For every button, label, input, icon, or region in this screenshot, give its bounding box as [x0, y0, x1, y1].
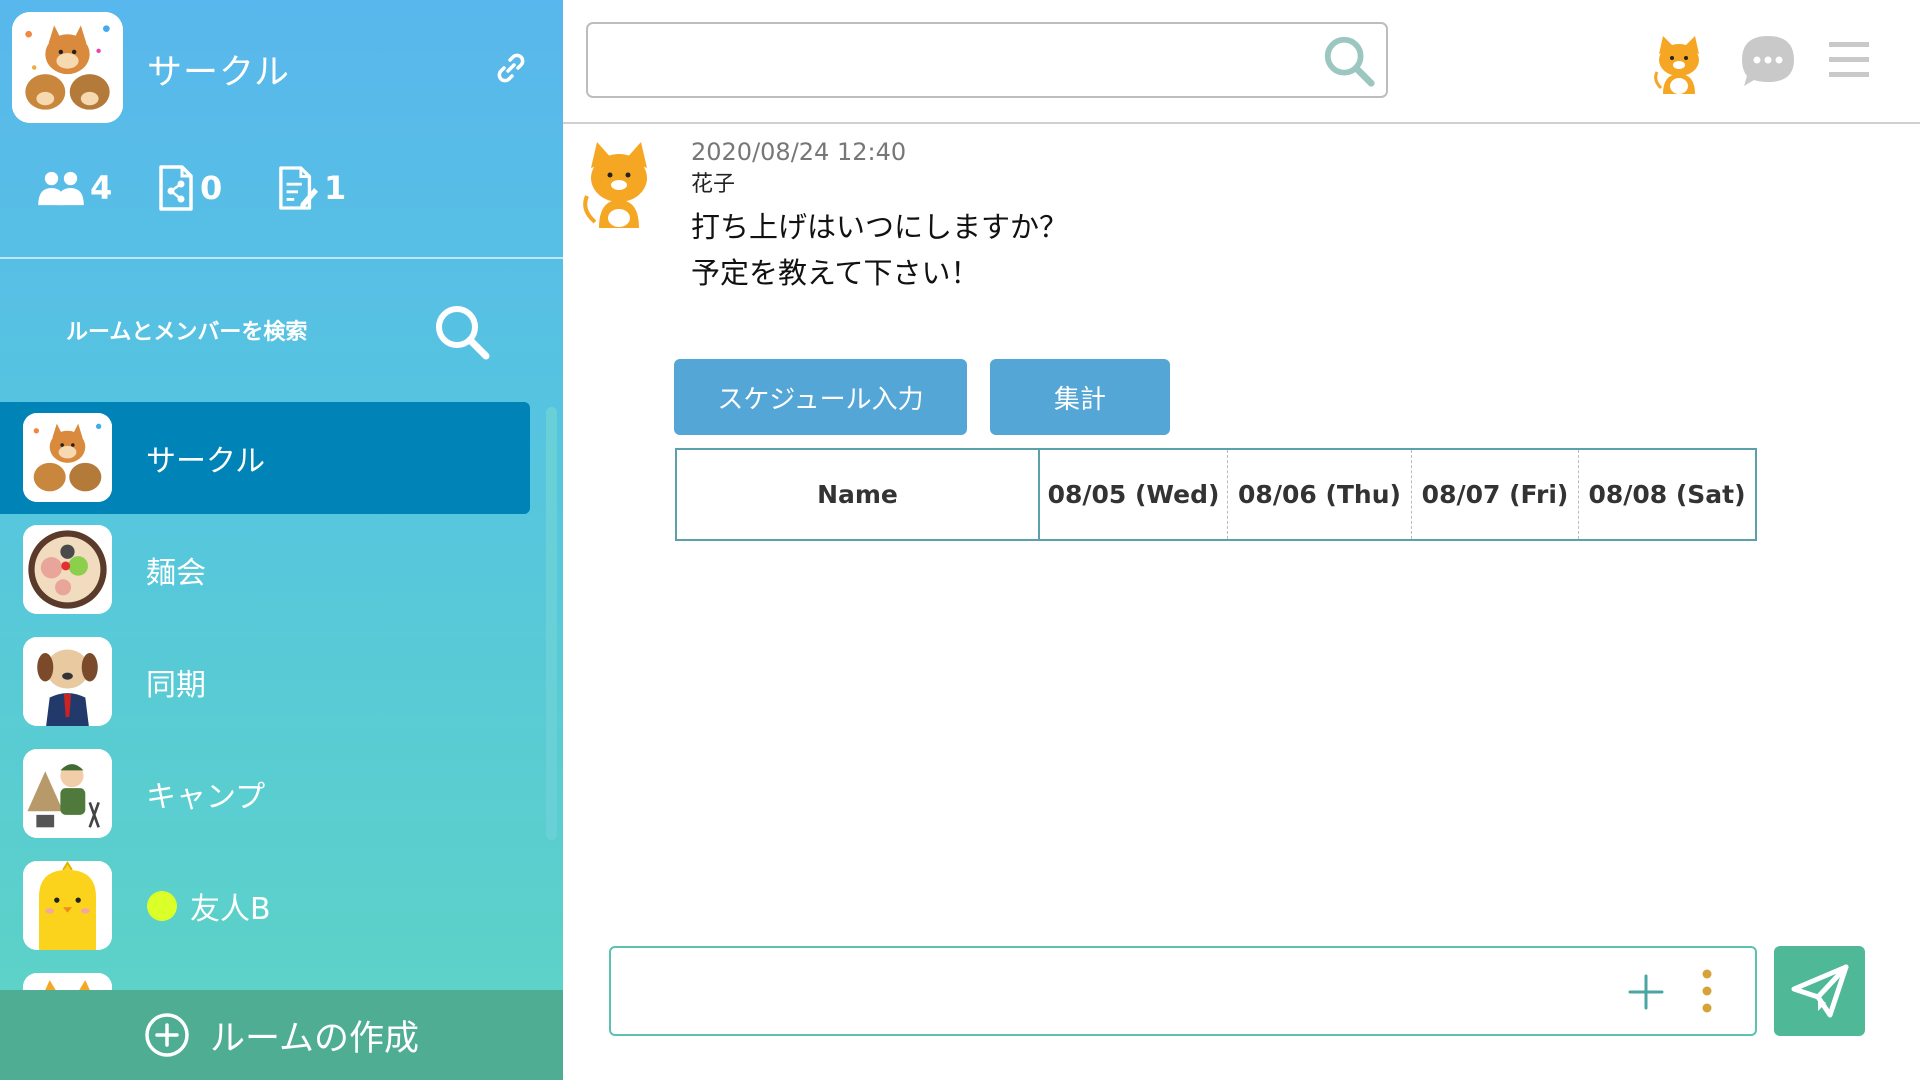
schedule-header-date: 08/06 (Thu) [1228, 450, 1412, 539]
note-count-value: 1 [324, 169, 347, 207]
room-item-ramen[interactable]: 麺会 [0, 514, 530, 626]
cat-avatar-icon[interactable] [1649, 32, 1709, 94]
note-count[interactable]: 1 [278, 163, 346, 213]
cat-avatar-icon[interactable] [579, 138, 659, 228]
more-vertical-icon[interactable] [1699, 968, 1715, 1014]
note-edit-icon [279, 166, 318, 210]
create-room-button[interactable]: ルームの作成 [0, 990, 563, 1080]
room-member-search-label: ルームとメンバーを検索 [66, 320, 308, 345]
room-item-circle[interactable]: サークル [0, 402, 530, 514]
message-timestamp: 2020/08/24 12:40 [691, 138, 907, 166]
chat-main: 2020/08/24 12:40 花子 打ち上げはいつにしますか？ 予定を教えて… [563, 0, 1920, 1080]
room-avatar-dog-businessman [23, 637, 112, 726]
room-label: キャンプ [146, 780, 266, 815]
send-icon [1791, 964, 1848, 1018]
chat-bubble-icon[interactable] [1738, 32, 1798, 90]
member-count[interactable]: 4 [38, 163, 112, 213]
file-count-value: 0 [200, 169, 223, 207]
message-input[interactable] [625, 962, 1579, 1024]
circle-header: サークル 4 0 1 [0, 0, 563, 259]
room-avatar-ramen-bowl [23, 525, 112, 614]
message-text-line: 予定を教えて下さい！ [691, 256, 980, 290]
file-count[interactable]: 0 [158, 163, 222, 213]
create-room-label: ルームの作成 [210, 1018, 419, 1059]
schedule-header-name: Name [677, 450, 1040, 539]
message-search-input[interactable] [600, 36, 1304, 86]
room-list-scrollbar[interactable] [546, 407, 557, 840]
room-label: サークル [146, 444, 266, 479]
schedule-table: Name 08/05 (Wed) 08/06 (Thu) 08/07 (Fri)… [675, 448, 1757, 541]
search-icon[interactable] [1320, 32, 1378, 90]
message-author: 花子 [691, 172, 736, 197]
room-label: 友人B [190, 892, 271, 927]
sidebar: サークル 4 0 1 ルームとメンバーを検索 サークル 麺会 同期 キャンプ 友… [0, 0, 563, 1080]
plus-circle-icon [145, 1013, 189, 1057]
member-count-value: 4 [90, 169, 113, 207]
search-icon[interactable] [432, 302, 492, 362]
plus-icon[interactable] [1626, 972, 1666, 1012]
members-icon [38, 171, 84, 206]
room-avatar-chick [23, 861, 112, 950]
room-label: 同期 [146, 668, 206, 703]
circle-avatar[interactable] [12, 12, 123, 123]
room-item-colleagues[interactable]: 同期 [0, 626, 530, 738]
tally-button[interactable]: 集計 [990, 359, 1170, 435]
top-bar [563, 0, 1920, 124]
room-item-camp[interactable]: キャンプ [0, 738, 530, 850]
message-composer [609, 946, 1757, 1036]
message-search[interactable] [586, 22, 1388, 98]
hamburger-menu-icon[interactable] [1829, 40, 1869, 80]
send-button[interactable] [1774, 946, 1865, 1036]
room-avatar-camping-soldier [23, 749, 112, 838]
room-item-friend-b[interactable]: 友人B [0, 850, 530, 962]
file-share-icon [159, 165, 193, 211]
circle-name: サークル [147, 53, 290, 93]
schedule-input-button[interactable]: スケジュール入力 [674, 359, 967, 435]
schedule-header-date: 08/07 (Fri) [1412, 450, 1579, 539]
online-status-dot [147, 891, 177, 921]
schedule-header-date: 08/05 (Wed) [1040, 450, 1228, 539]
room-label: 麺会 [146, 556, 206, 591]
room-list: サークル 麺会 同期 キャンプ 友人B [0, 402, 530, 1074]
room-avatar-party-animals [23, 413, 112, 502]
message-text-line: 打ち上げはいつにしますか？ [691, 210, 1069, 244]
link-icon[interactable] [493, 50, 529, 86]
schedule-header-date: 08/08 (Sat) [1588, 480, 1746, 509]
